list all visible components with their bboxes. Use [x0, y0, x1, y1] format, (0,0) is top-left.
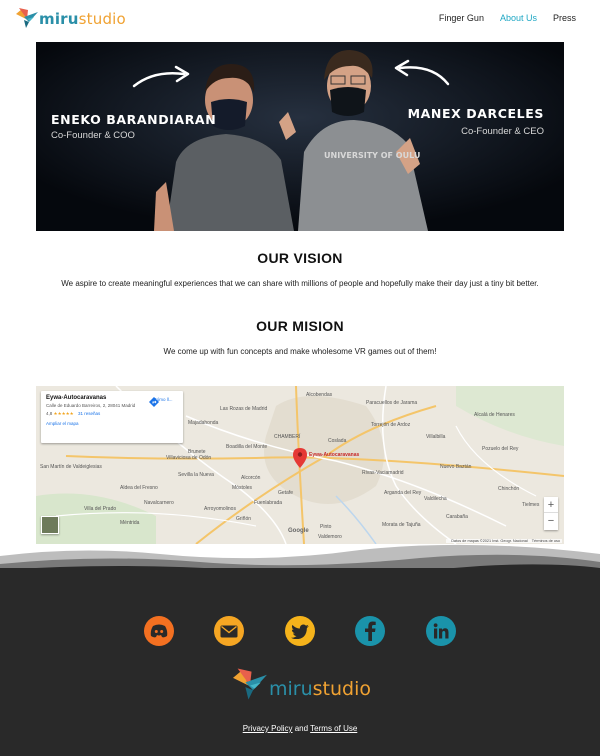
mision-text: We come up with fun concepts and make wh…	[163, 347, 437, 356]
vision-title: OUR VISION	[257, 250, 343, 266]
map-label: Villa del Prado	[84, 506, 116, 512]
map-label: Sevilla la Nueva	[178, 472, 214, 478]
map-label: Valdilecha	[424, 496, 447, 502]
footer: mirustudio Privacy Policy and Terms of U…	[0, 568, 600, 756]
map-label: Coslada	[328, 438, 347, 444]
legal-and-text: and	[294, 724, 309, 733]
map-label: Tielmes	[522, 502, 540, 508]
map-label: Las Rozas de Madrid	[220, 406, 267, 412]
zoom-controls: + −	[544, 497, 558, 530]
embedded-map[interactable]: Alcobendas Las Rozas de Madrid Torrejón …	[36, 386, 564, 544]
arrow-left-icon	[394, 59, 450, 86]
founder-left-role: Co-Founder & COO	[51, 130, 135, 141]
map-label: Griñón	[236, 516, 251, 522]
map-label: Pinto	[320, 524, 332, 530]
map-label: Chinchón	[498, 486, 519, 492]
zoom-out-button[interactable]: −	[544, 513, 558, 529]
satellite-view-toggle[interactable]	[41, 516, 59, 534]
footer-logo-miru: miru	[269, 678, 313, 700]
directions-button[interactable]: Cómo ll...	[149, 397, 177, 407]
founder-left-name: ENEKO BARANDIARAN	[51, 112, 217, 127]
vision-text: We aspire to create meaningful experienc…	[61, 279, 539, 288]
footer-logo-wordmark: mirustudio	[269, 680, 371, 699]
map-label: Carabaña	[446, 514, 468, 520]
top-nav: mirustudio Finger Gun About Us Press	[0, 0, 600, 40]
legal-links: Privacy Policy and Terms of Use	[0, 724, 600, 733]
map-label: Alcobendas	[306, 392, 333, 398]
map-label: Nuevo Baztán	[440, 464, 472, 470]
nav-finger-gun[interactable]: Finger Gun	[439, 13, 484, 23]
logo-miru-text: miru	[39, 10, 79, 28]
terms-of-use-link[interactable]: Terms of Use	[310, 724, 357, 733]
map-label: Móstoles	[232, 485, 253, 491]
rating-value: 4,8	[46, 410, 53, 416]
privacy-policy-link[interactable]: Privacy Policy	[243, 724, 293, 733]
directions-icon	[149, 397, 159, 407]
map-label: Navalcarnero	[144, 500, 174, 506]
nav-about-us[interactable]: About Us	[500, 13, 537, 23]
discord-icon[interactable]	[144, 616, 174, 646]
facebook-icon[interactable]	[355, 616, 385, 646]
footer-logo[interactable]: mirustudio	[233, 668, 371, 700]
logo-studio-text: studio	[78, 10, 126, 28]
arrow-right-icon	[132, 65, 190, 88]
map-label: Paracuellos de Jarama	[366, 400, 417, 406]
reviews-link[interactable]: 31 reseñas	[78, 411, 100, 416]
map-label: Rivas-Vaciamadrid	[362, 470, 404, 476]
place-address: Calle de Eduardo Barreiros, 2, 28041 Mad…	[46, 403, 136, 408]
map-label: Villalbilla	[426, 434, 446, 440]
envelope-glyph-icon	[220, 625, 238, 637]
map-label: Boadilla del Monte	[226, 444, 267, 450]
miru-studio-logo[interactable]: mirustudio	[16, 8, 126, 28]
shirt-text: UNIVERSITY OF OULU	[324, 151, 420, 160]
bird-logo-icon	[16, 8, 38, 28]
map-label: Alcalá de Henares	[474, 412, 515, 418]
map-label: San Martín de Valdeiglesias	[40, 464, 102, 470]
discord-glyph-icon	[150, 624, 168, 638]
twitter-icon[interactable]	[285, 616, 315, 646]
map-label: Méntrida	[120, 520, 140, 526]
map-label: Morata de Tajuña	[382, 522, 421, 528]
linkedin-in-icon	[433, 623, 449, 639]
nav-press[interactable]: Press	[553, 13, 576, 23]
logo-wordmark: mirustudio	[39, 12, 126, 27]
facebook-f-icon	[365, 621, 376, 641]
map-label: Majadahonda	[188, 420, 219, 426]
map-label: Getafe	[278, 490, 293, 496]
email-icon[interactable]	[214, 616, 244, 646]
map-label: Pozuelo del Rey	[482, 446, 519, 452]
map-label: Arganda del Rey	[384, 490, 422, 496]
map-label: Arroyomolinos	[204, 506, 236, 512]
zoom-in-button[interactable]: +	[544, 497, 558, 513]
map-pin-label[interactable]: Eywa-Autocaravanas	[309, 452, 359, 458]
founders-banner: UNIVERSITY OF OULU ENEKO BARANDIARAN Co-…	[36, 42, 564, 231]
place-rating-row: 4,8 ★★★★★ 31 reseñas	[46, 411, 178, 417]
map-label: CHAMBERÍ	[274, 433, 301, 440]
founder-right-name: MANEX DARCELES	[407, 106, 544, 121]
place-info-card: Eywa-Autocaravanas Calle de Eduardo Barr…	[41, 391, 183, 443]
footer-bird-logo-icon	[233, 668, 267, 700]
map-label: Aldea del Fresno	[120, 485, 158, 491]
map-label: Alcorcón	[241, 475, 261, 481]
linkedin-icon[interactable]	[426, 616, 456, 646]
footer-logo-studio: studio	[312, 678, 371, 700]
map-label: Torrejón de Ardoz	[371, 422, 411, 428]
mision-title: OUR MISION	[256, 318, 344, 334]
map-label: Villaviciosa de Odón	[166, 455, 211, 461]
rating-stars-icon: ★★★★★	[53, 410, 74, 416]
nav-links: Finger Gun About Us Press	[439, 13, 576, 23]
map-label: Fuenlabrada	[254, 500, 282, 506]
enlarge-map-link[interactable]: Ampliar el mapa	[46, 421, 178, 426]
google-logo: Google	[288, 528, 309, 534]
twitter-bird-icon	[291, 623, 309, 639]
founder-right-role: Co-Founder & CEO	[461, 126, 544, 137]
